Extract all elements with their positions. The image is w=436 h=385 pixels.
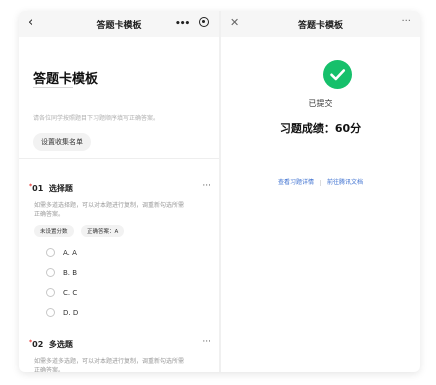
option-label: B. B [63, 269, 78, 277]
question-more-icon[interactable]: ··· [202, 337, 211, 347]
result-links: 查看习题详情 前往腾讯文档 [221, 177, 420, 186]
form-editor-pane: ‹ 答题卡模板 ••• 答题卡模板 请各位同学按照题目下习题顺序填写正确答案。 … [19, 11, 219, 372]
form-title: 答题卡模板 [33, 72, 99, 87]
option-label: C. C [63, 289, 78, 297]
question-number: 02 [32, 340, 44, 349]
link-separator [320, 179, 321, 186]
title-divider [33, 87, 73, 88]
left-title-bar: ‹ 答题卡模板 ••• [19, 11, 219, 37]
question-description: 如需多道选择题，可以对本题进行复制，调重新勾选所需正确答案。 [34, 202, 185, 218]
answer-chip[interactable]: 正确答案：A [81, 225, 125, 237]
section-divider [19, 158, 219, 159]
question-description: 如需多道多选题，可以对本题进行复制，调重新勾选所需正确答案。 [34, 358, 185, 372]
right-title-bar: ✕ 答题卡模板 ··· [221, 11, 420, 37]
question-title: 选择题 [48, 184, 73, 193]
submission-result-pane: ✕ 答题卡模板 ··· 已提交 习题成绩：60分 查看习题详情 前往腾讯文档 [221, 11, 420, 372]
screenshot-frame: ‹ 答题卡模板 ••• 答题卡模板 请各位同学按照题目下习题顺序填写正确答案。 … [19, 11, 420, 372]
submitted-status: 已提交 [308, 99, 333, 108]
right-header-title: 答题卡模板 [297, 21, 343, 31]
option-label: A. A [63, 249, 77, 257]
set-collection-list-button[interactable]: 设置收集名单 [33, 133, 91, 151]
success-check-icon [323, 60, 352, 89]
form-description: 请各位同学按照题目下习题顺序填写正确答案。 [33, 115, 160, 122]
radio-icon[interactable] [46, 248, 55, 257]
question-header: *01 选择题 [29, 183, 73, 194]
radio-icon[interactable] [46, 308, 55, 317]
view-details-link[interactable]: 查看习题详情 [278, 179, 314, 186]
question-title: 多选题 [48, 340, 73, 349]
question-more-icon[interactable]: ··· [202, 181, 211, 191]
score-text: 习题成绩：60分 [279, 122, 362, 135]
open-docs-link[interactable]: 前往腾讯文档 [327, 179, 363, 186]
question-number: 01 [32, 184, 44, 193]
radio-icon[interactable] [46, 288, 55, 297]
score-chip[interactable]: 未设置分数 [34, 225, 74, 237]
radio-icon[interactable] [46, 268, 55, 277]
record-icon[interactable] [199, 17, 209, 27]
question-header: *02 多选题 [29, 339, 73, 350]
option-label: D. D [63, 309, 79, 317]
more-icon[interactable]: ··· [401, 16, 411, 27]
more-icon[interactable]: ••• [175, 19, 190, 29]
